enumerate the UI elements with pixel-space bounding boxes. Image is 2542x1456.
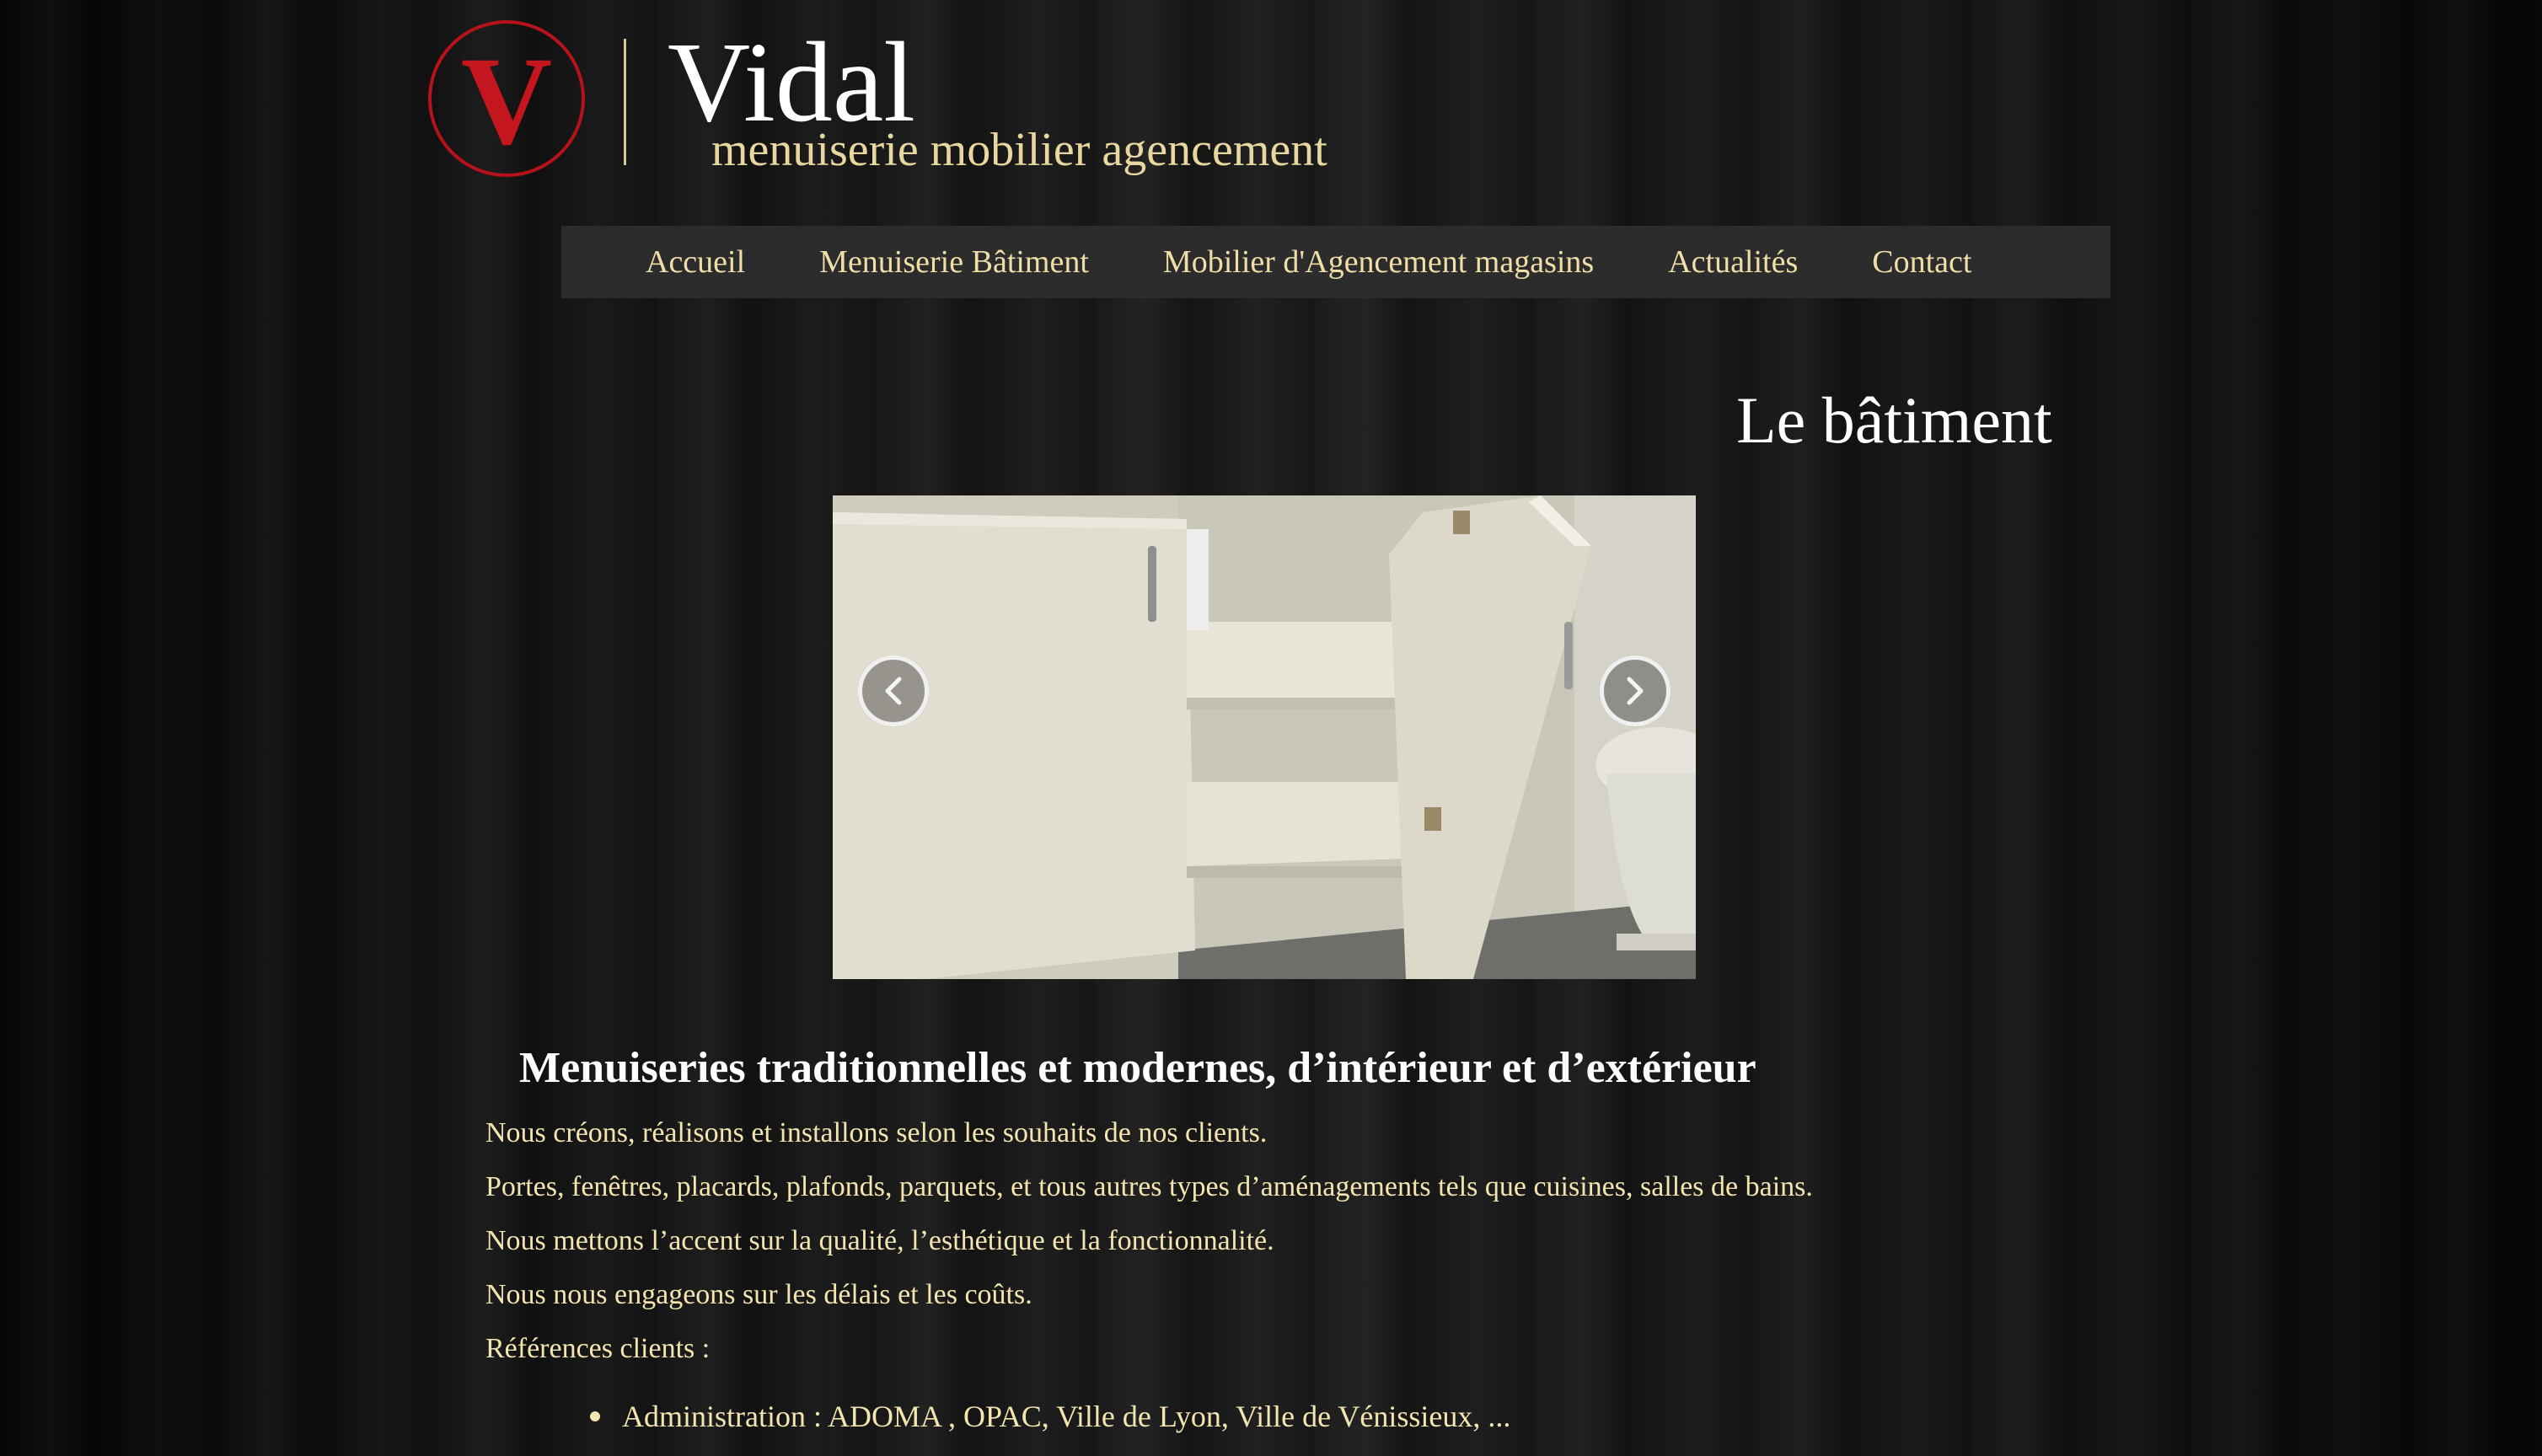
site-logo[interactable]: V Vidal menuiserie mobilier agencement xyxy=(428,20,1440,189)
bullet-icon xyxy=(590,1411,600,1421)
slide-photo xyxy=(833,495,1696,979)
chevron-left-icon xyxy=(885,677,902,705)
logo-emblem: V xyxy=(428,20,585,177)
list-item-text: Administration : ADOMA , OPAC, Ville de … xyxy=(622,1400,1511,1433)
slider-next-button[interactable] xyxy=(1600,656,1671,726)
nav-item-accueil[interactable]: Accueil xyxy=(561,244,782,281)
page-title: Le bâtiment xyxy=(1736,383,2052,457)
paragraph-1: Nous créons, réalisons et installons sel… xyxy=(485,1117,1268,1148)
logo-tagline: menuiserie mobilier agencement xyxy=(711,124,1327,176)
slider-prev-button[interactable] xyxy=(858,656,929,726)
references-label: Références clients : xyxy=(485,1333,711,1364)
nav-item-menuiserie-batiment[interactable]: Menuiserie Bâtiment xyxy=(782,244,1126,281)
paragraph-3: Nous mettons l’accent sur la qualité, l’… xyxy=(485,1225,1274,1256)
nav-item-actualites[interactable]: Actualités xyxy=(1631,244,1835,281)
content-heading: Menuiseries traditionnelles et modernes,… xyxy=(519,1044,1756,1092)
nav-item-mobilier-agencement[interactable]: Mobilier d'Agencement magasins xyxy=(1126,244,1631,281)
logo-letter: V xyxy=(460,31,553,171)
paragraph-2: Portes, fenêtres, placards, plafonds, pa… xyxy=(485,1171,1813,1202)
paragraph-4: Nous nous engageons sur les délais et le… xyxy=(485,1279,1032,1310)
list-item: Administration : ADOMA , OPAC, Ville de … xyxy=(590,1399,1510,1434)
main-nav: Accueil Menuiserie Bâtiment Mobilier d'A… xyxy=(561,226,2110,298)
image-slider[interactable] xyxy=(833,495,1696,979)
chevron-right-icon xyxy=(1627,677,1644,705)
logo-name: Vidal xyxy=(668,19,915,146)
logo-divider xyxy=(624,39,626,165)
nav-item-contact[interactable]: Contact xyxy=(1835,244,2008,281)
